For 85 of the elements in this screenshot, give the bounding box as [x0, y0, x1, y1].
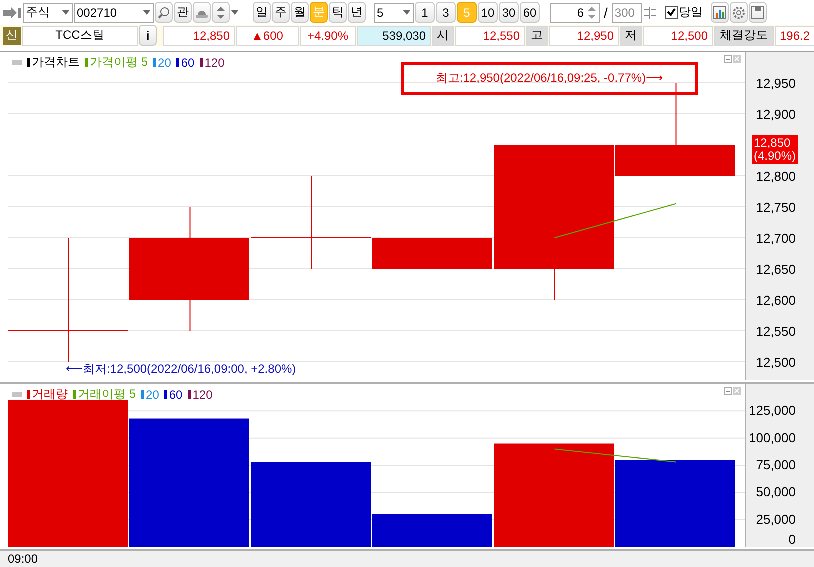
axis-label: 50,000 — [756, 484, 796, 500]
period-tab[interactable]: 년 — [348, 2, 366, 23]
quote-value: 196.2 — [775, 26, 814, 46]
axis-label: 0 — [788, 532, 796, 547]
legend-item: 거래량 — [27, 386, 68, 403]
round-button[interactable] — [193, 2, 211, 23]
axis-label: 12,550 — [756, 324, 796, 340]
legend-item: 거래이평 5 — [73, 386, 136, 403]
volume-cell: 539,030 — [357, 26, 431, 46]
settings-icon — [732, 6, 746, 20]
axis-label: 25,000 — [756, 512, 796, 527]
interval-tab[interactable]: 60 — [520, 2, 540, 23]
period-tab[interactable]: 일 — [253, 2, 271, 23]
separator-text: / — [603, 4, 609, 20]
quote-value: 12,950 — [549, 26, 619, 46]
axis-label: 125,000 — [749, 403, 796, 418]
legend-item: 60 — [176, 56, 195, 70]
quote-value: 12,500 — [643, 26, 713, 46]
up-down-icon — [587, 6, 597, 20]
info-button[interactable]: i — [139, 25, 157, 46]
change-rate-cell: +4.90% — [300, 26, 356, 46]
save-icon — [750, 6, 765, 20]
legend-item: 60 — [164, 388, 183, 402]
arrows-icon[interactable] — [642, 6, 657, 20]
quote-label: 저 — [620, 26, 642, 46]
max-field[interactable]: 300 — [612, 2, 642, 22]
time-label: 09:00 — [8, 552, 38, 566]
bar-chart-icon — [712, 6, 727, 20]
spinner-button[interactable] — [212, 2, 230, 23]
caret-icon — [143, 10, 151, 15]
axis-label: 12,900 — [756, 107, 796, 122]
axis-label: 12,700 — [756, 231, 796, 246]
interval-tab[interactable]: 10 — [478, 2, 498, 23]
checkbox[interactable] — [664, 6, 678, 19]
caret-icon — [231, 10, 239, 15]
search-button[interactable] — [155, 2, 173, 23]
axis-label: 12,650 — [756, 262, 796, 278]
interval-tab[interactable]: 1 — [415, 2, 435, 23]
credit-badge: 신 — [3, 26, 21, 44]
quote-label: 시 — [432, 26, 454, 46]
axis-label: 12,950 — [756, 76, 796, 91]
legend-item: 120 — [200, 56, 225, 70]
change-cell: ▲600 — [236, 26, 299, 46]
checkbox-label: 당일 — [678, 4, 703, 21]
axis-label: 100,000 — [749, 430, 796, 446]
save-button[interactable] — [748, 2, 767, 23]
code-field[interactable]: 002710 — [74, 2, 154, 22]
legend-item: 120 — [188, 388, 213, 402]
arrow-icon[interactable] — [2, 6, 22, 20]
caret-icon — [62, 10, 70, 15]
high-price-note: 최고:12,950(2022/06/16,09:25, -0.77%)⟶ — [401, 62, 698, 95]
axis-label: 12,750 — [756, 200, 796, 215]
panel-handle-icon[interactable] — [12, 60, 22, 65]
current-price-tag: 12,850 (4.90%) — [752, 135, 798, 164]
period-tab[interactable]: 월 — [291, 2, 309, 23]
low-price-note: ⟵최저:12,500(2022/06/16,09:00, +2.80%) — [66, 361, 296, 378]
watch-button[interactable]: 관 — [174, 2, 192, 23]
quote-label: 체결강도 — [714, 26, 774, 46]
axis-label: 12,500 — [756, 355, 796, 370]
search-icon — [158, 6, 170, 18]
minimize-icon[interactable] — [724, 55, 732, 63]
axis-label: 75,000 — [756, 458, 796, 472]
caret-icon — [403, 10, 411, 15]
stock-name-field[interactable]: TCC스틸 — [22, 26, 138, 46]
interval-tab[interactable]: 30 — [499, 2, 519, 23]
axis-label: 12,600 — [756, 293, 796, 308]
quote-label: 고 — [526, 26, 548, 46]
panel-handle-icon[interactable] — [12, 392, 22, 397]
market-select[interactable]: 주식 — [23, 2, 73, 22]
settings-button[interactable] — [730, 2, 748, 23]
chart-button[interactable] — [710, 2, 729, 23]
price-cell: 12,850 — [163, 26, 235, 46]
up-down-icon — [216, 6, 226, 20]
interval-tab[interactable]: 3 — [436, 2, 456, 23]
quote-value: 12,550 — [455, 26, 525, 46]
interval-select[interactable]: 5 — [374, 2, 414, 22]
period-tab[interactable]: 주 — [272, 2, 290, 23]
count-field[interactable]: 6 — [550, 2, 600, 22]
legend-item: 20 — [153, 56, 172, 70]
legend-item: 20 — [141, 388, 160, 402]
minimize-icon[interactable] — [724, 387, 732, 395]
axis-label: 12,800 — [756, 169, 796, 184]
legend-item: 가격이평 5 — [85, 54, 148, 71]
period-tab[interactable]: 틱 — [329, 2, 347, 23]
legend-item: 가격차트 — [27, 54, 80, 71]
